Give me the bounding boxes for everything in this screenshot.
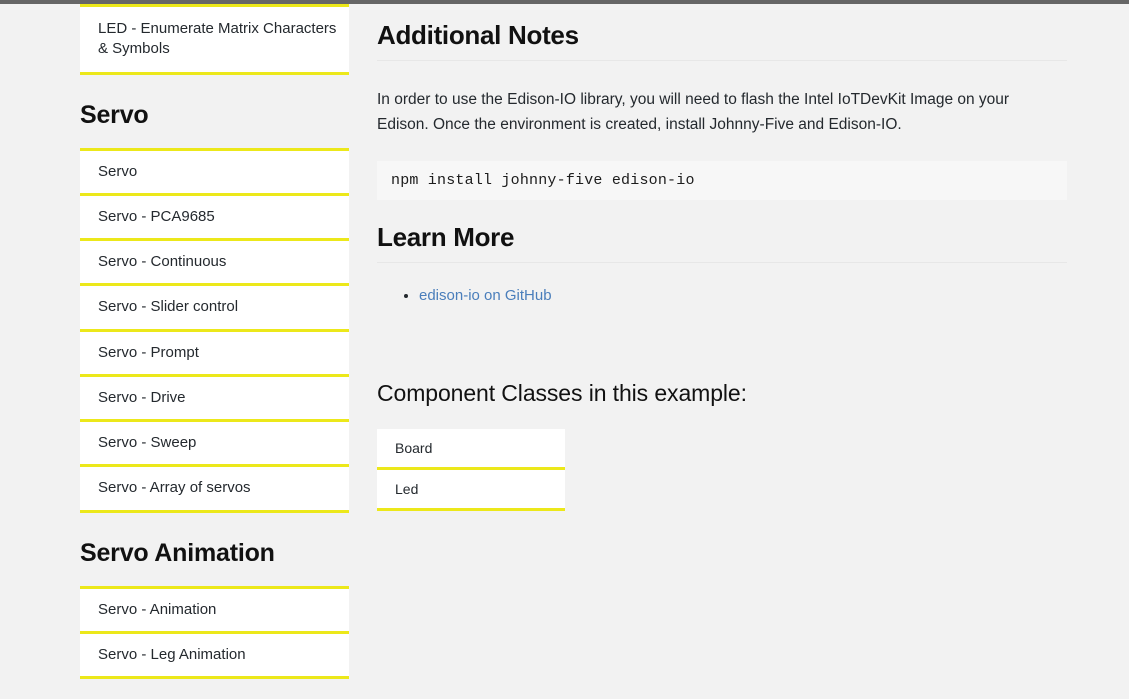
sidebar-item-servo-leg-animation[interactable]: Servo - Leg Animation: [80, 633, 349, 676]
sidebar-item-label: Servo - Continuous: [98, 253, 227, 270]
sidebar-card-led: LED - Enumerate Matrix Characters & Symb…: [80, 4, 349, 75]
sidebar-section-heading-servo: Servo: [80, 100, 149, 129]
additional-notes-paragraph: In order to use the Edison-IO library, y…: [377, 91, 1010, 134]
sidebar-item-servo[interactable]: Servo: [80, 150, 349, 196]
sidebar-item-label: Servo - Slider control: [98, 298, 239, 316]
learn-more-list: edison-io on GitHub: [377, 285, 1077, 308]
sidebar-section-heading-servo-animation: Servo Animation: [80, 538, 275, 567]
main-content: Additional Notes In order to use the Edi…: [377, 0, 1077, 511]
component-class-item-led[interactable]: Led: [377, 469, 565, 508]
sidebar-item-label: Servo - Array of servos: [98, 479, 251, 497]
heading-component-classes: Component Classes in this example:: [377, 379, 747, 406]
sidebar-item-label: Servo - Drive: [98, 388, 186, 406]
sidebar-item-label: Servo - PCA9685: [98, 207, 215, 225]
heading-learn-more: Learn More: [377, 222, 515, 253]
sidebar-item-label: Servo - Animation: [98, 600, 217, 618]
sidebar-item-led-enumerate-matrix-characters-symbols[interactable]: LED - Enumerate Matrix Characters & Symb…: [80, 7, 349, 72]
sidebar-item-label: Servo: [98, 162, 138, 180]
install-command-code-block: npm install johnny-five edison-io: [377, 161, 1067, 201]
list-item: edison-io on GitHub: [419, 285, 1077, 308]
sidebar-item-label: Servo - Prompt: [98, 343, 199, 361]
sidebar-item-label: Servo - Leg Animation: [98, 645, 246, 663]
sidebar-item-servo-continuous[interactable]: Servo - Continuous: [80, 241, 349, 287]
sidebar-item-label: LED - Enumerate Matrix Characters & Symb…: [98, 20, 337, 58]
sidebar-item-servo-animation[interactable]: Servo - Animation: [80, 588, 349, 634]
component-classes-card: Board Led: [377, 428, 565, 511]
sidebar-item-servo-sweep[interactable]: Servo - Sweep: [80, 422, 349, 468]
sidebar-item-servo-prompt[interactable]: Servo - Prompt: [80, 331, 349, 377]
sidebar-item-servo-array-of-servos[interactable]: Servo - Array of servos: [80, 467, 349, 510]
sidebar-item-label: Servo - Sweep: [98, 434, 197, 451]
sidebar-item-servo-pca9685[interactable]: Servo - PCA9685: [80, 195, 349, 241]
link-edison-io-on-github[interactable]: edison-io on GitHub: [419, 287, 552, 304]
component-class-item-board[interactable]: Board: [377, 428, 565, 470]
component-class-label: Board: [395, 439, 433, 456]
sidebar: LED - Enumerate Matrix Characters & Symb…: [80, 0, 349, 679]
component-class-label: Led: [395, 480, 419, 497]
sidebar-card-servo: Servo Servo - PCA9685 Servo - Continuous…: [80, 147, 349, 513]
sidebar-item-servo-drive[interactable]: Servo - Drive: [80, 376, 349, 422]
sidebar-item-servo-slider-control[interactable]: Servo - Slider control: [80, 286, 349, 332]
sidebar-card-servo-animation: Servo - Animation Servo - Leg Animation: [80, 585, 349, 679]
heading-additional-notes: Additional Notes: [377, 20, 579, 50]
page-root: LED - Enumerate Matrix Characters & Symb…: [0, 0, 1129, 699]
